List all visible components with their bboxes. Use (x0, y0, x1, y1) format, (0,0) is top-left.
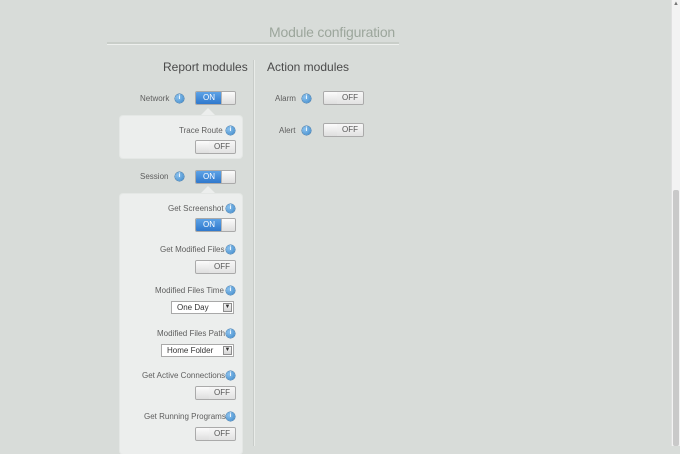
modified-files-path-value: Home Folder (167, 346, 214, 355)
get-running-programs-toggle[interactable]: OFF (195, 427, 236, 441)
page-title: Module configuration (269, 24, 395, 40)
get-active-connections-toggle-state: OFF (209, 387, 235, 399)
network-toggle[interactable]: ON (195, 91, 236, 105)
trace-route-label: Trace Route (179, 126, 223, 135)
report-modules-heading: Report modules (163, 60, 248, 74)
action-modules-heading: Action modules (267, 60, 350, 74)
panel-notch (200, 108, 216, 116)
get-screenshot-toggle[interactable]: ON (195, 218, 236, 232)
toggle-knob (196, 141, 210, 153)
toggle-knob (221, 171, 235, 183)
modified-files-time-select[interactable]: One Day ▼ (171, 301, 234, 314)
scrollbar-thumb[interactable] (673, 190, 679, 446)
modified-files-path-label: Modified Files Path (157, 329, 226, 338)
info-icon[interactable]: i (175, 172, 184, 181)
get-modified-files-toggle-state: OFF (209, 261, 235, 273)
info-icon[interactable]: i (226, 286, 235, 295)
alert-toggle[interactable]: OFF (323, 123, 364, 137)
modified-files-time-label: Modified Files Time (155, 286, 224, 295)
info-icon[interactable]: i (226, 126, 235, 135)
trace-route-toggle-state: OFF (209, 141, 235, 153)
session-toggle[interactable]: ON (195, 170, 236, 184)
info-icon[interactable]: i (226, 329, 235, 338)
info-icon[interactable]: i (226, 371, 235, 380)
alert-toggle-state: OFF (337, 124, 363, 136)
alert-label: Alert (279, 126, 296, 135)
get-modified-files-label: Get Modified Files (160, 245, 225, 254)
network-toggle-state: ON (196, 92, 222, 104)
info-icon[interactable]: i (226, 412, 235, 421)
info-icon[interactable]: i (226, 245, 235, 254)
panel-notch (200, 186, 216, 194)
get-screenshot-toggle-state: ON (196, 219, 222, 231)
get-screenshot-label: Get Screenshot (168, 204, 224, 213)
info-icon[interactable]: i (302, 126, 311, 135)
network-label: Network (140, 94, 170, 103)
session-toggle-state: ON (196, 171, 222, 183)
page-title-bar: Module configuration (107, 22, 399, 44)
info-icon[interactable]: i (175, 94, 184, 103)
toggle-knob (221, 219, 235, 231)
chevron-down-icon: ▼ (223, 346, 232, 355)
get-running-programs-toggle-state: OFF (209, 428, 235, 440)
toggle-knob (196, 428, 210, 440)
scroll-up-icon[interactable]: ▲ (672, 0, 680, 8)
alarm-toggle[interactable]: OFF (323, 91, 364, 105)
modified-files-path-select[interactable]: Home Folder ▼ (161, 344, 234, 357)
info-icon[interactable]: i (302, 94, 311, 103)
get-modified-files-toggle[interactable]: OFF (195, 260, 236, 274)
toggle-knob (221, 92, 235, 104)
chevron-down-icon: ▼ (223, 303, 232, 312)
toggle-knob (196, 261, 210, 273)
alarm-toggle-state: OFF (337, 92, 363, 104)
toggle-knob (324, 124, 338, 136)
get-active-connections-label: Get Active Connections (142, 371, 226, 380)
info-icon[interactable]: i (226, 204, 235, 213)
toggle-knob (196, 387, 210, 399)
get-active-connections-toggle[interactable]: OFF (195, 386, 236, 400)
session-label: Session (140, 172, 169, 181)
trace-route-toggle[interactable]: OFF (195, 140, 236, 154)
alarm-label: Alarm (275, 94, 296, 103)
modified-files-time-value: One Day (177, 303, 209, 312)
toggle-knob (324, 92, 338, 104)
column-divider (253, 60, 254, 446)
get-running-programs-label: Get Running Programs (144, 412, 226, 421)
